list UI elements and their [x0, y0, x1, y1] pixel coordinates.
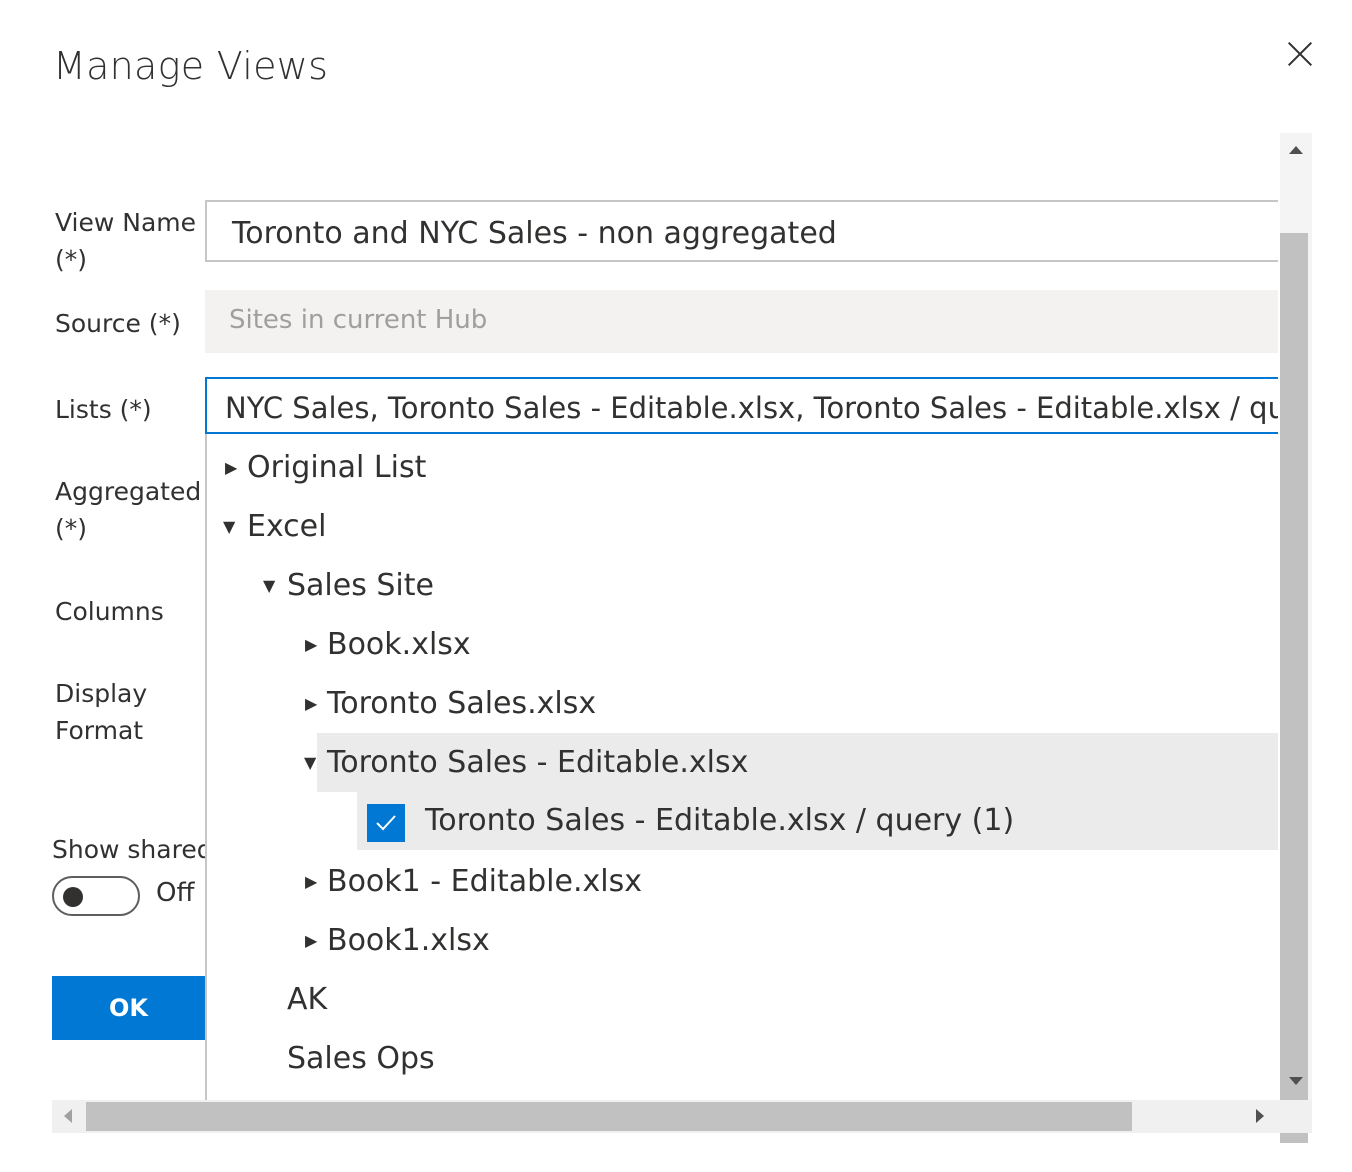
- close-icon[interactable]: [1284, 38, 1316, 70]
- display-format-label-line2: Format: [55, 716, 144, 745]
- source-placeholder: Sites in current Hub: [229, 305, 488, 335]
- tree-item-toronto-sales-editable-query[interactable]: Toronto Sales - Editable.xlsx / query (1…: [357, 791, 1278, 850]
- tree-item-label: AK: [287, 982, 328, 1017]
- horizontal-scrollbar[interactable]: [52, 1100, 1280, 1133]
- tree-item-toronto-sales-xlsx[interactable]: ▶ Toronto Sales.xlsx: [207, 674, 1278, 733]
- scroll-left-icon[interactable]: [64, 1109, 72, 1123]
- caret-down-icon[interactable]: ▼: [223, 497, 235, 556]
- scroll-up-icon[interactable]: [1289, 146, 1303, 154]
- tree-item-label: Sales Site: [287, 568, 434, 603]
- tree-item-label: Toronto Sales - Editable.xlsx: [327, 745, 749, 780]
- vertical-scrollbar[interactable]: [1280, 133, 1312, 1143]
- columns-label: Columns: [55, 597, 164, 626]
- tree-item-book1-xlsx[interactable]: ▶ Book1.xlsx: [207, 911, 1278, 970]
- scroll-right-icon[interactable]: [1256, 1109, 1264, 1123]
- view-name-label-line1: View Name: [55, 208, 197, 237]
- view-name-value: Toronto and NYC Sales - non aggregated: [232, 216, 837, 251]
- source-label: Source (*): [55, 309, 181, 338]
- tree-item-label: Book1.xlsx: [327, 923, 490, 958]
- caret-right-icon[interactable]: ▶: [225, 438, 237, 497]
- checkmark-icon: [376, 815, 396, 831]
- aggregated-label-line1: Aggregated: [55, 477, 202, 506]
- tree-item-label: Excel: [247, 509, 327, 544]
- ok-button[interactable]: OK: [52, 976, 205, 1040]
- view-name-label: View Name (*): [55, 204, 196, 278]
- toggle-state-label: Off: [156, 878, 195, 908]
- caret-right-icon[interactable]: ▶: [305, 911, 317, 970]
- display-format-label-line1: Display: [55, 679, 148, 708]
- dialog-title: Manage Views: [53, 44, 329, 88]
- tree-item-label: Sales Ops: [287, 1041, 435, 1076]
- caret-right-icon[interactable]: ▶: [305, 852, 317, 911]
- checkbox-checked[interactable]: [367, 804, 405, 842]
- tree-item-ak[interactable]: AK: [207, 970, 1278, 1029]
- lists-input[interactable]: NYC Sales, Toronto Sales - Editable.xlsx…: [205, 377, 1278, 434]
- show-shared-toggle[interactable]: [52, 876, 140, 916]
- caret-right-icon[interactable]: ▶: [305, 674, 317, 733]
- tree-item-sales-site[interactable]: ▼ Sales Site: [207, 556, 1278, 615]
- tree-item-sales-ops[interactable]: Sales Ops: [207, 1029, 1278, 1088]
- tree-item-book-xlsx[interactable]: ▶ Book.xlsx: [207, 615, 1278, 674]
- source-field[interactable]: Sites in current Hub: [205, 290, 1278, 353]
- lists-label: Lists (*): [55, 395, 152, 424]
- toggle-knob: [63, 887, 83, 907]
- tree-item-label: Original List: [247, 450, 427, 485]
- horizontal-scroll-thumb[interactable]: [86, 1102, 1132, 1131]
- lists-value: NYC Sales, Toronto Sales - Editable.xlsx…: [225, 391, 1278, 425]
- tree-item-label: Toronto Sales - Editable.xlsx / query (1…: [425, 803, 1015, 838]
- tree-item-label: Book.xlsx: [327, 627, 471, 662]
- show-shared-label: Show shared: [52, 835, 205, 864]
- caret-down-icon[interactable]: ▼: [263, 556, 275, 615]
- aggregated-label-line2: (*): [55, 514, 88, 543]
- tree-item-excel[interactable]: ▼ Excel: [207, 497, 1278, 556]
- tree-item-book1-editable[interactable]: ▶ Book1 - Editable.xlsx: [207, 852, 1278, 911]
- view-name-label-line2: (*): [55, 245, 88, 274]
- tree-item-label: Book1 - Editable.xlsx: [327, 864, 642, 899]
- scrollbar-corner: [1280, 1100, 1312, 1133]
- scroll-down-icon[interactable]: [1289, 1077, 1303, 1085]
- tree-item-toronto-sales-editable[interactable]: ▼ Toronto Sales - Editable.xlsx: [304, 733, 1278, 792]
- tree-item-label: Toronto Sales.xlsx: [327, 686, 597, 721]
- caret-right-icon[interactable]: ▶: [305, 615, 317, 674]
- caret-down-icon[interactable]: ▼: [304, 733, 316, 792]
- display-format-label: Display Format: [55, 675, 147, 749]
- tree-item-original-list[interactable]: ▶ Original List: [207, 438, 1278, 497]
- lists-dropdown: ▶ Original List ▼ Excel ▼ Sales Site ▶ B…: [205, 434, 1278, 1100]
- view-name-input[interactable]: Toronto and NYC Sales - non aggregated: [205, 200, 1278, 262]
- aggregated-label: Aggregated (*): [55, 473, 201, 547]
- vertical-scroll-thumb[interactable]: [1280, 233, 1308, 1143]
